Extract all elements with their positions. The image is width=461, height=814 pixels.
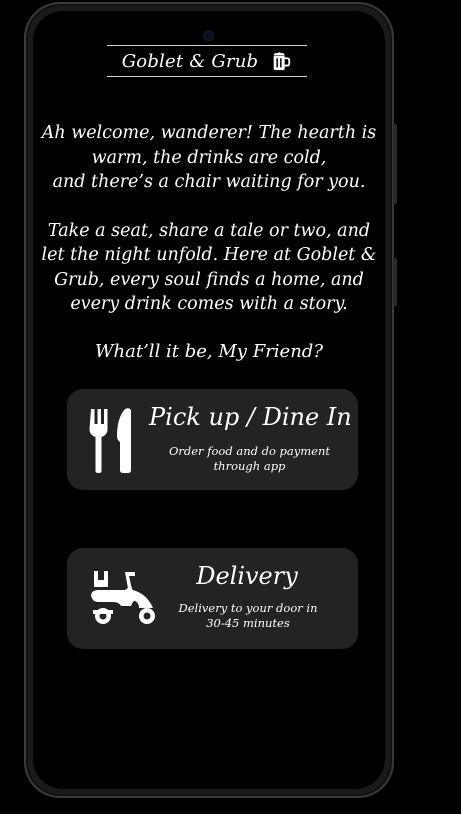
phone-side-button [393, 258, 397, 306]
welcome-line: let the night unfold. Here at Goblet & [41, 245, 377, 265]
pickup-description-line: through app [213, 459, 286, 473]
delivery-title: Delivery [196, 562, 298, 590]
app-screen: Goblet & Grub Ah welcome, wanderer! The … [33, 11, 385, 789]
stage: Goblet & Grub Ah welcome, wanderer! The … [0, 0, 461, 814]
welcome-line: Grub, every soul finds a home, and [54, 269, 364, 290]
welcome-line: every drink comes with a story. [70, 294, 348, 314]
pickup-dine-in-button[interactable]: Pick up / Dine In Order food and do paym… [67, 389, 358, 490]
app-header: Goblet & Grub [107, 45, 307, 77]
front-camera [204, 31, 213, 40]
welcome-line: Take a seat, share a tale or two, and [47, 220, 371, 241]
pickup-title: Pick up / Dine In [149, 403, 352, 431]
pickup-description: Order food and do payment through app [167, 444, 332, 474]
welcome-message: Ah welcome, wanderer! The hearth is warm… [33, 121, 385, 317]
delivery-button[interactable]: Delivery Delivery to your door in 30-45 … [67, 548, 358, 649]
welcome-line: Ah welcome, wanderer! The hearth is [41, 123, 377, 143]
delivery-description-line: Delivery to your door in [178, 601, 318, 615]
welcome-line: and there’s a chair waiting for you. [52, 172, 366, 192]
phone-side-button [393, 124, 397, 204]
pickup-description-line: Order food and do payment [168, 444, 331, 458]
beer-mug-icon [270, 50, 292, 72]
order-question: What’ll it be, My Friend? [95, 341, 323, 362]
app-title: Goblet & Grub [121, 50, 259, 72]
delivery-description: Delivery to your door in 30-45 minutes [175, 601, 321, 631]
welcome-line: warm, the drinks are cold, [91, 147, 327, 168]
delivery-description-line: 30-45 minutes [206, 616, 290, 630]
